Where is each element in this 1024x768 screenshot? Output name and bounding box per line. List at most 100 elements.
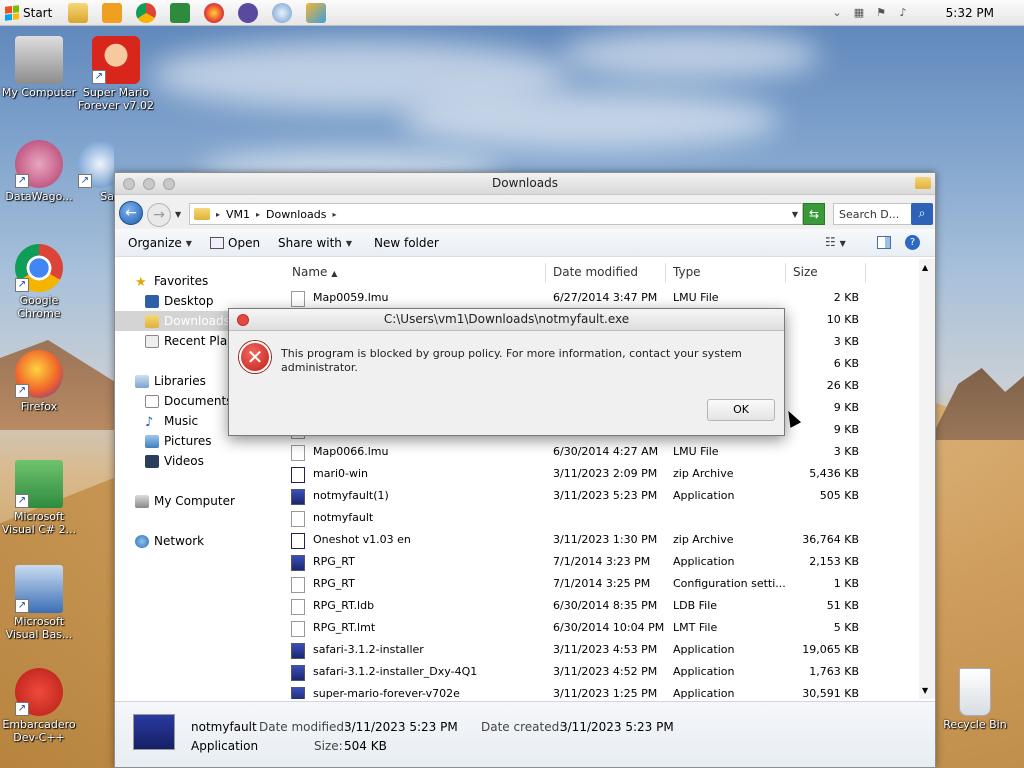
nav-libraries[interactable]: Libraries [135, 374, 206, 388]
view-options-icon[interactable]: ☷ ▼ [825, 235, 846, 249]
explorer-titlebar[interactable]: Downloads [115, 173, 935, 195]
file-type: zip Archive [673, 467, 734, 480]
media-player-icon[interactable] [102, 3, 122, 23]
nav-documents[interactable]: Documents [145, 394, 232, 408]
visual-csharp-icon[interactable] [170, 3, 190, 23]
start-button[interactable]: Start [2, 2, 54, 24]
paint-icon[interactable] [306, 3, 326, 23]
nav-recent-places[interactable]: Recent Plac [145, 334, 234, 348]
nav-label: Favorites [154, 274, 209, 288]
refresh-button[interactable]: ⇆ [803, 203, 825, 225]
firefox-icon: ↗ [15, 350, 63, 398]
desktop-icon-datawago[interactable]: ↗ DataWago... [1, 140, 77, 203]
file-name: Oneshot v1.03 en [313, 533, 411, 546]
file-row[interactable]: Oneshot v1.03 en 3/11/2023 1:30 PM zip Arc… [277, 529, 917, 551]
shortcut-arrow-icon: ↗ [15, 702, 29, 716]
desktop-icon-chrome[interactable]: ↗ Google Chrome [1, 244, 77, 320]
dialog-titlebar[interactable]: C:\Users\vm1\Downloads\notmyfault.exe [229, 309, 784, 331]
search-icon[interactable]: ⌕ [911, 203, 933, 225]
file-date-modified: 6/30/2014 8:35 PM [553, 599, 658, 612]
share-with-button[interactable]: Share with ▼ [278, 236, 352, 250]
address-bar[interactable]: ▸ VM1 ▸ Downloads ▸ ▼ [189, 203, 803, 225]
desktop-icon-visual-csharp[interactable]: ↗ Microsoft Visual C# 2... [1, 460, 77, 536]
chrome-icon[interactable] [136, 3, 156, 23]
file-icon [291, 445, 305, 461]
scroll-up-icon[interactable]: ▲ [922, 263, 928, 272]
preview-pane-icon[interactable] [877, 236, 891, 249]
column-header-type[interactable]: Type [673, 265, 701, 279]
folder-icon [915, 177, 931, 189]
nav-music[interactable]: ♪ Music [145, 414, 198, 430]
file-name: safari-3.1.2-installer [313, 643, 424, 656]
file-row[interactable]: RPG_RT.ldb 6/30/2014 8:35 PM LDB File 51 KB [277, 595, 917, 617]
file-type: Configuration setti... [673, 577, 786, 590]
file-date-modified: 6/30/2014 4:27 AM [553, 445, 659, 458]
nav-pictures[interactable]: Pictures [145, 434, 212, 448]
nav-my-computer[interactable]: My Computer [135, 494, 235, 508]
file-row[interactable]: Map0059.lmu 6/27/2014 3:47 PM LMU File 2 KB [277, 287, 917, 309]
file-row[interactable]: super-mario-forever-v702e 3/11/2023 1:25 … [277, 683, 917, 699]
file-size: 3 KB [833, 335, 859, 348]
file-row[interactable]: mari0-win 3/11/2023 2:09 PM zip Archive 5,4… [277, 463, 917, 485]
desktop-icon-devcpp[interactable]: ↗ Embarcadero Dev-C++ [1, 668, 77, 744]
folder-icon[interactable] [68, 3, 88, 23]
open-button[interactable]: Open [210, 236, 260, 250]
desktop-icon-visual-basic[interactable]: ↗ Microsoft Visual Bas... [1, 565, 77, 641]
breadcrumb-item[interactable]: VM1 [226, 208, 250, 221]
volume-icon[interactable]: ♪ [895, 6, 911, 20]
nav-videos[interactable]: Videos [145, 454, 204, 468]
file-type: Application [673, 687, 735, 699]
file-row[interactable]: safari-3.1.2-installer_Dxy-4Q1 3/11/2023 … [277, 661, 917, 683]
forward-button[interactable]: → [147, 203, 171, 227]
nav-favorites[interactable]: ★ Favorites [135, 274, 209, 290]
file-size: 505 KB [819, 489, 859, 502]
desktop-icon-super-mario[interactable]: ↗ Super Mario Forever v7.02 [78, 36, 154, 112]
nav-desktop[interactable]: Desktop [145, 294, 214, 308]
chevron-icon[interactable]: ⌄ [829, 6, 845, 20]
address-dropdown-icon[interactable]: ▼ [792, 210, 798, 219]
dialog-message: This program is blocked by group policy.… [281, 347, 742, 374]
breadcrumb-separator-icon: ▸ [216, 209, 221, 219]
nav-network[interactable]: Network [135, 534, 204, 548]
vertical-scrollbar[interactable]: ▲ ▼ [919, 259, 935, 699]
new-folder-button[interactable]: New folder [374, 236, 439, 250]
scroll-down-icon[interactable]: ▼ [922, 686, 928, 695]
desktop-icon-safari[interactable]: ↗ Sa [78, 140, 114, 203]
breadcrumb-item[interactable]: Downloads [266, 208, 326, 221]
file-row[interactable]: notmyfault(1) 3/11/2023 5:23 PM Applicatio… [277, 485, 917, 507]
breadcrumb-separator-icon[interactable]: ▸ [256, 210, 260, 219]
file-row[interactable]: RPG_RT.lmt 6/30/2014 10:04 PM LMT File 5 KB [277, 617, 917, 639]
breadcrumb-separator-icon[interactable]: ▸ [332, 210, 336, 219]
file-row[interactable]: notmyfault [277, 507, 917, 529]
desktop-icon-my-computer[interactable]: My Computer [1, 36, 77, 99]
back-button[interactable]: ← [119, 201, 143, 225]
settings-icon[interactable] [238, 3, 258, 23]
file-row[interactable]: Map0066.lmu 6/30/2014 4:27 AM LMU File 3 KB [277, 441, 917, 463]
sort-ascending-icon: ▲ [331, 269, 338, 278]
nav-label: Documents [164, 394, 233, 408]
desktop-icon-recycle-bin[interactable]: Recycle Bin [937, 668, 1013, 731]
firefox-icon[interactable] [204, 3, 224, 23]
ok-button[interactable]: OK [707, 399, 775, 421]
file-row[interactable]: RPG_RT 7/1/2014 3:23 PM Application 2,153 K… [277, 551, 917, 573]
history-dropdown-icon[interactable]: ▼ [175, 210, 181, 219]
column-header-size[interactable]: Size [793, 265, 818, 279]
column-header-date-modified[interactable]: Date modified [553, 265, 638, 279]
desktop-icon-firefox[interactable]: ↗ Firefox [1, 350, 77, 413]
file-name: Map0066.lmu [313, 445, 389, 458]
desktop-icon-label: Super Mario Forever v7.02 [78, 86, 155, 112]
organize-button[interactable]: Organize ▼ [128, 236, 192, 250]
network-icon[interactable]: ▦ [851, 6, 867, 20]
file-size: 1 KB [833, 577, 859, 590]
nav-label: Libraries [154, 374, 206, 388]
safari-icon[interactable] [272, 3, 292, 23]
desktop-icon-label: DataWago... [5, 190, 73, 203]
file-row[interactable]: RPG_RT 7/1/2014 3:25 PM Configuration sett… [277, 573, 917, 595]
file-row[interactable]: safari-3.1.2-installer 3/11/2023 4:53 PM A… [277, 639, 917, 661]
column-header-name[interactable]: Name ▲ [292, 265, 337, 279]
help-icon[interactable]: ? [905, 235, 920, 250]
clock[interactable]: 5:32 PM [946, 6, 994, 20]
share-with-label: Share with [278, 236, 342, 250]
flag-icon[interactable]: ⚑ [873, 6, 889, 20]
application-icon [291, 555, 305, 571]
